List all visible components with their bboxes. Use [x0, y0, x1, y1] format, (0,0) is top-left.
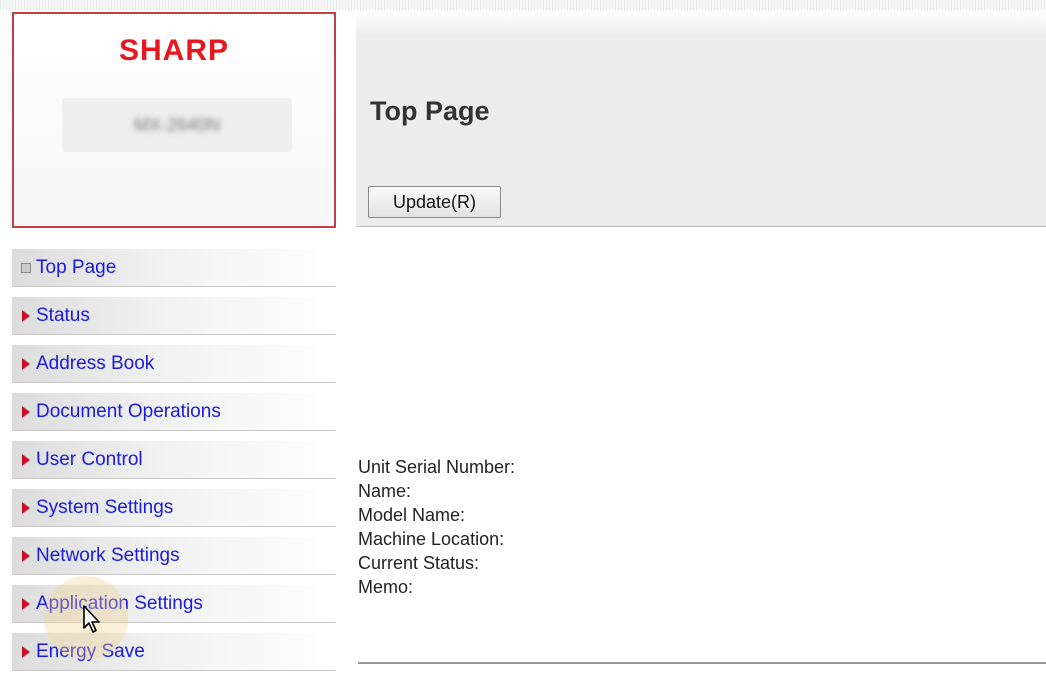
brand-panel: SHARP MX-2640N — [12, 12, 336, 228]
sidebar-item-address-book[interactable]: Address Book — [12, 345, 336, 383]
sidebar-item-label: System Settings — [36, 496, 174, 518]
page-title: Top Page — [370, 96, 490, 126]
model-name-label: Model Name: — [358, 505, 466, 525]
square-bullet-icon — [17, 259, 35, 277]
triangle-right-icon — [17, 499, 35, 517]
sidebar-item-document-operations[interactable]: Document Operations — [12, 393, 336, 431]
header-divider — [356, 226, 1046, 227]
top-decor-strip — [0, 0, 1046, 10]
memo-label: Memo: — [358, 577, 414, 597]
device-info-panel: Unit Serial Number: Name: Model Name: Ma… — [358, 455, 515, 599]
current-status-label: Current Status: — [358, 553, 480, 573]
serial-number-label: Unit Serial Number: — [358, 457, 516, 477]
sidebar-item-top-page[interactable]: Top Page — [12, 249, 336, 287]
sidebar-item-label: Network Settings — [36, 544, 180, 566]
sidebar-item-network-settings[interactable]: Network Settings — [12, 537, 336, 575]
content-divider — [358, 662, 1046, 664]
machine-location-label: Machine Location: — [358, 529, 505, 549]
model-name-blurred: MX-2640N — [62, 98, 292, 152]
model-name-text: MX-2640N — [133, 115, 221, 135]
sharp-logo: SHARP — [118, 34, 229, 67]
triangle-right-icon — [17, 643, 35, 661]
sidebar-item-system-settings[interactable]: System Settings — [12, 489, 336, 527]
triangle-right-icon — [17, 547, 35, 565]
sidebar-item-user-control[interactable]: User Control — [12, 441, 336, 479]
page-header: Top Page Update(R) — [356, 10, 1046, 226]
sidebar-item-label: User Control — [36, 448, 143, 470]
mouse-pointer-icon — [83, 605, 100, 633]
sidebar-item-status[interactable]: Status — [12, 297, 336, 335]
name-label: Name: — [358, 481, 412, 501]
triangle-right-icon — [17, 595, 35, 613]
sidebar-item-label: Top Page — [36, 256, 117, 278]
triangle-right-icon — [17, 451, 35, 469]
sidebar-item-label: Address Book — [36, 352, 155, 374]
triangle-right-icon — [17, 355, 35, 373]
triangle-right-icon — [17, 307, 35, 325]
sidebar-item-label: Document Operations — [36, 400, 221, 422]
update-button[interactable]: Update(R) — [368, 186, 501, 218]
sidebar-item-label: Status — [36, 304, 90, 326]
triangle-right-icon — [17, 403, 35, 421]
